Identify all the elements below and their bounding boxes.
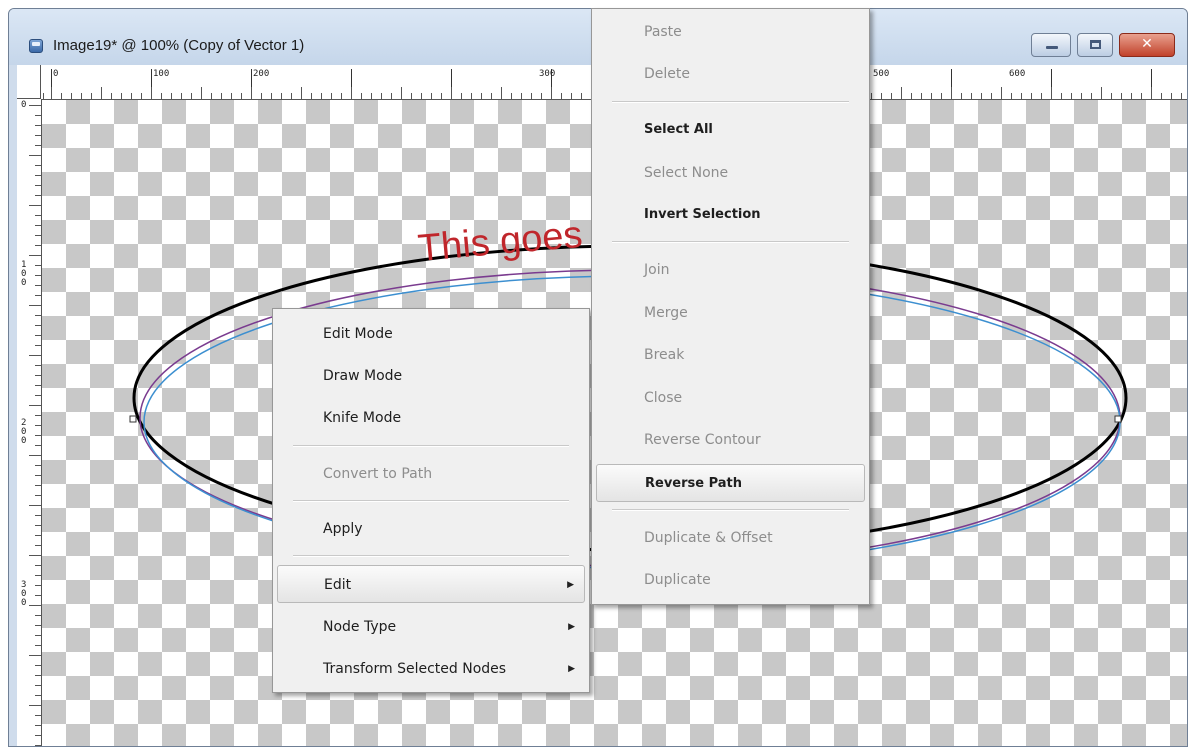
ruler-h-label: 500 <box>873 69 890 79</box>
menu-item-label: Join <box>644 262 670 278</box>
menu-separator <box>612 101 849 103</box>
menu-separator <box>293 555 569 557</box>
context-menu: Edit Mode Draw Mode Knife Mode Convert t… <box>272 308 590 693</box>
menu-item-label: Merge <box>644 305 688 321</box>
menu-separator <box>293 445 569 447</box>
menu-item-label: Break <box>644 347 685 363</box>
menu-item-close[interactable]: Close <box>596 379 865 417</box>
menu-item-select-all[interactable]: Select All <box>596 111 865 149</box>
menu-item-label: Apply <box>323 521 363 537</box>
submenu-arrow-icon: ▶ <box>567 580 574 590</box>
window-title: Image19* @ 100% (Copy of Vector 1) <box>53 37 305 54</box>
ruler-corner <box>17 65 41 99</box>
menu-item-merge[interactable]: Merge <box>596 294 865 332</box>
minimize-icon <box>1046 46 1058 49</box>
menu-item-node-type[interactable]: Node Type ▶ <box>277 608 585 646</box>
menu-item-label: Edit Mode <box>323 326 393 342</box>
menu-item-draw-mode[interactable]: Draw Mode <box>277 357 585 395</box>
menu-item-label: Reverse Contour <box>644 432 761 448</box>
menu-item-duplicate[interactable]: Duplicate <box>596 561 865 599</box>
menu-item-label: Edit <box>324 577 352 593</box>
maximize-button[interactable] <box>1077 33 1113 57</box>
ruler-h-label: 600 <box>1009 69 1026 79</box>
edit-submenu: Paste Delete Select All Select None Inve… <box>591 8 870 605</box>
ruler-v-label: 300 <box>21 580 27 608</box>
menu-item-label: Paste <box>644 24 682 40</box>
menu-item-convert-to-path[interactable]: Convert to Path <box>277 455 585 493</box>
menu-item-label: Close <box>644 390 683 406</box>
menu-item-label: Select All <box>644 122 713 137</box>
menu-item-label: Transform Selected Nodes <box>323 661 507 677</box>
ruler-v-label: 0 <box>21 100 27 110</box>
menu-item-knife-mode[interactable]: Knife Mode <box>277 399 585 437</box>
menu-item-apply[interactable]: Apply <box>277 510 585 548</box>
menu-item-select-none[interactable]: Select None <box>596 154 865 192</box>
menu-item-label: Duplicate & Offset <box>644 530 773 546</box>
menu-item-invert-selection[interactable]: Invert Selection <box>596 196 865 234</box>
menu-item-label: Invert Selection <box>644 207 761 222</box>
ruler-h-label: 300 <box>539 69 556 79</box>
menu-item-paste[interactable]: Paste <box>596 13 865 51</box>
menu-item-edit[interactable]: Edit ▶ <box>277 565 585 603</box>
menu-item-label: Delete <box>644 66 690 82</box>
path-node <box>129 415 137 423</box>
close-icon: ✕ <box>1141 36 1153 52</box>
minimize-button[interactable] <box>1031 33 1071 57</box>
menu-separator <box>612 509 849 511</box>
menu-item-label: Knife Mode <box>323 410 402 426</box>
menu-item-transform-selected-nodes[interactable]: Transform Selected Nodes ▶ <box>277 650 585 688</box>
menu-item-join[interactable]: Join <box>596 251 865 289</box>
submenu-arrow-icon: ▶ <box>568 622 575 632</box>
menu-item-edit-mode[interactable]: Edit Mode <box>277 315 585 353</box>
submenu-arrow-icon: ▶ <box>568 664 575 674</box>
ruler-v-label: 100 <box>21 260 27 288</box>
menu-item-label: Duplicate <box>644 572 711 588</box>
menu-item-label: Select None <box>644 165 729 181</box>
path-node <box>1114 415 1122 423</box>
menu-item-duplicate-offset[interactable]: Duplicate & Offset <box>596 519 865 557</box>
close-button[interactable]: ✕ <box>1119 33 1175 57</box>
ruler-h-label: 0 <box>53 69 59 79</box>
maximize-icon <box>1090 40 1101 49</box>
menu-item-label: Convert to Path <box>323 466 433 482</box>
menu-separator <box>612 241 849 243</box>
menu-item-delete[interactable]: Delete <box>596 55 865 93</box>
menu-item-label: Node Type <box>323 619 397 635</box>
document-icon <box>29 39 43 53</box>
menu-item-break[interactable]: Break <box>596 336 865 374</box>
menu-item-label: Draw Mode <box>323 368 403 384</box>
ruler-h-label: 100 <box>153 69 170 79</box>
ruler-h-label: 200 <box>253 69 270 79</box>
menu-item-label: Reverse Path <box>645 476 743 491</box>
ruler-v-label: 200 <box>21 418 27 446</box>
menu-item-reverse-path[interactable]: Reverse Path <box>596 464 865 502</box>
menu-separator <box>293 500 569 502</box>
menu-item-reverse-contour[interactable]: Reverse Contour <box>596 421 865 459</box>
